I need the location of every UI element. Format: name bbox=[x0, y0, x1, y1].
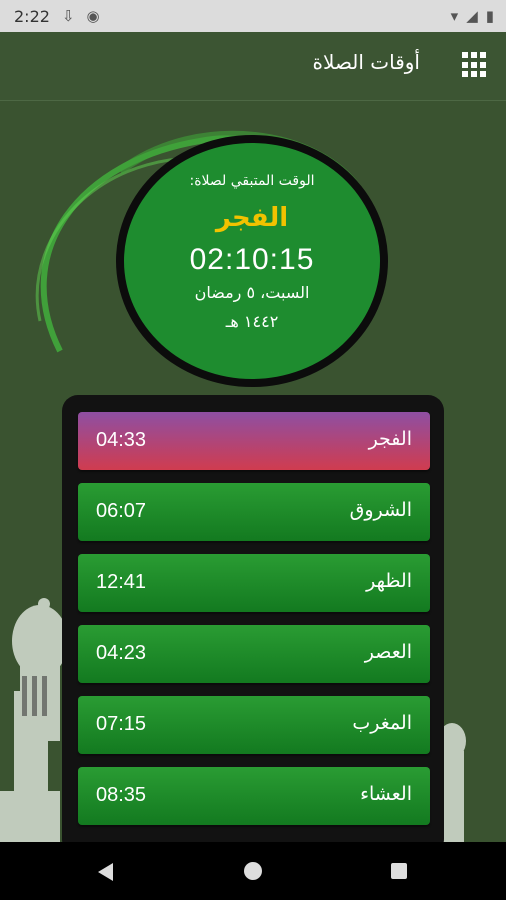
prayer-row-asr[interactable]: 04:23 العصر bbox=[78, 625, 430, 683]
prayer-time: 08:35 bbox=[96, 784, 147, 806]
main-content: الوقت المتبقي لصلاة: الفجر 02:10:15 السب… bbox=[0, 101, 506, 842]
prayer-time: 04:23 bbox=[96, 642, 147, 664]
app-bar: أوقات الصلاة bbox=[0, 32, 506, 101]
prayer-row-maghrib[interactable]: 07:15 المغرب bbox=[78, 696, 430, 754]
prayer-time: 12:41 bbox=[96, 571, 147, 593]
prayer-time: 04:33 bbox=[96, 429, 147, 451]
prayer-name: العشاء bbox=[360, 783, 412, 805]
remaining-label: الوقت المتبقي لصلاة: bbox=[189, 173, 315, 189]
grid-icon[interactable] bbox=[462, 52, 488, 78]
prayer-row-fajr[interactable]: 04:33 الفجر bbox=[78, 412, 430, 470]
prayer-time: 06:07 bbox=[96, 500, 147, 522]
navigation-bar bbox=[0, 842, 506, 900]
recent-apps-icon[interactable] bbox=[391, 863, 407, 879]
countdown-circle: الوقت المتبقي لصلاة: الفجر 02:10:15 السب… bbox=[116, 135, 388, 387]
prayer-name: الفجر bbox=[368, 428, 412, 450]
prayer-times-panel: 04:33 الفجر 06:07 الشروق 12:41 الظهر 04:… bbox=[62, 395, 444, 842]
battery-icon: ▮ bbox=[485, 7, 494, 25]
download-icon: ⇩ bbox=[61, 7, 75, 25]
prayer-name: الشروق bbox=[349, 499, 412, 521]
countdown-timer: 02:10:15 bbox=[189, 243, 315, 276]
prayer-time: 07:15 bbox=[96, 713, 147, 735]
status-time: 2:22 bbox=[14, 6, 50, 26]
prayer-name: العصر bbox=[364, 641, 412, 663]
prayer-name: الظهر bbox=[366, 570, 412, 592]
hijri-date: ١٤٤٢ هـ bbox=[225, 312, 279, 331]
app-icon: ◉ bbox=[86, 7, 100, 25]
home-icon[interactable] bbox=[244, 862, 262, 880]
prayer-row-shuruq[interactable]: 06:07 الشروق bbox=[78, 483, 430, 541]
prayer-row-dhuhr[interactable]: 12:41 الظهر bbox=[78, 554, 430, 612]
gregorian-date: السبت، ٥ رمضان bbox=[194, 283, 310, 302]
wifi-icon: ▾ bbox=[450, 7, 459, 25]
prayer-row-isha[interactable]: 08:35 العشاء bbox=[78, 767, 430, 825]
prayer-name: المغرب bbox=[352, 712, 412, 734]
page-title: أوقات الصلاة bbox=[312, 50, 420, 74]
status-bar: 2:22 ⇩ ◉ ▾ ◢ ▮ bbox=[0, 0, 506, 32]
signal-icon: ◢ bbox=[466, 7, 478, 25]
back-icon[interactable] bbox=[98, 863, 113, 881]
next-prayer-name: الفجر bbox=[215, 203, 289, 233]
